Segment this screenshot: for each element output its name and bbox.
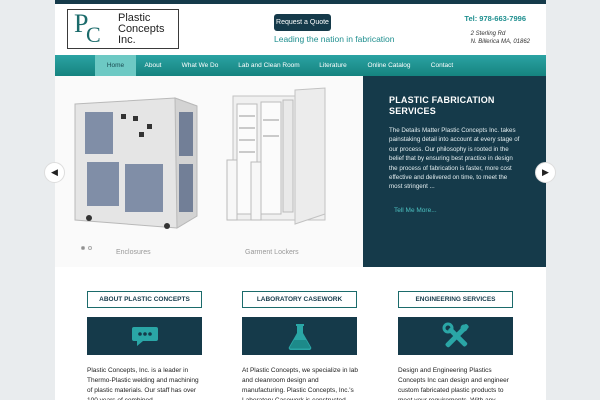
tell-me-more-link[interactable]: Tell Me More... xyxy=(394,207,520,214)
nav-item-home[interactable]: Home xyxy=(95,55,136,76)
slider-dots xyxy=(81,246,92,250)
nav-item-about[interactable]: About xyxy=(136,55,170,76)
chevron-left-icon: ◀ xyxy=(51,167,58,177)
hero-slider: Enclosures Garment Lockers PLASTIC FABRI… xyxy=(55,76,546,267)
logo-monogram-c: C xyxy=(86,22,101,47)
slide-title: PLASTIC FABRICATION SERVICES xyxy=(389,95,520,117)
nav-item-what-we-do[interactable]: What We Do xyxy=(173,55,227,76)
address: 2 Sterling Rd N. Billerica MA, 01862 xyxy=(471,30,530,46)
slide-title-line-1: PLASTIC FABRICATION xyxy=(389,95,495,105)
slide-text-panel: PLASTIC FABRICATION SERVICES The Details… xyxy=(363,76,546,267)
logo-name: Plastic Concepts Inc. xyxy=(118,13,164,46)
enclosure-product-image xyxy=(74,97,198,229)
service-icon-box[interactable] xyxy=(87,317,202,355)
services-section: ABOUT PLASTIC CONCEPTS Plastic Concepts,… xyxy=(55,267,546,400)
phone-number[interactable]: Tel: 978-663-7996 xyxy=(464,14,526,23)
service-icon-box[interactable] xyxy=(398,317,513,355)
laboratory-text: At Plastic Concepts, we specialize in la… xyxy=(242,367,358,400)
nav-item-lab-and-clean-room[interactable]: Lab and Clean Room xyxy=(231,55,307,76)
slide-image: Enclosures Garment Lockers xyxy=(55,76,363,267)
company-logo[interactable]: P C Plastic Concepts Inc. xyxy=(67,9,179,49)
tools-icon xyxy=(442,322,469,348)
slide-title-line-2: SERVICES xyxy=(389,106,436,116)
engineering-text: Design and Engineering Plastics Concepts… xyxy=(398,367,509,400)
address-line-1: 2 Sterling Rd xyxy=(470,31,506,37)
page: P C Plastic Concepts Inc. Request a Quot… xyxy=(55,0,546,400)
service-icon-box[interactable] xyxy=(242,317,357,355)
slider-prev-button[interactable]: ◀ xyxy=(44,162,65,183)
service-column-laboratory: LABORATORY CASEWORK At Plastic Concepts,… xyxy=(242,267,382,400)
garment-lockers-product-image xyxy=(226,87,326,225)
about-plastic-concepts-heading[interactable]: ABOUT PLASTIC CONCEPTS xyxy=(87,291,202,308)
nav-item-literature[interactable]: Literature xyxy=(311,55,355,76)
request-quote-button[interactable]: Request a Quote xyxy=(274,14,331,31)
logo-line-3: Inc. xyxy=(118,34,136,46)
service-column-engineering: ENGINEERING SERVICES Design and Engineer… xyxy=(398,267,538,400)
main-nav: Home About What We Do Lab and Clean Room… xyxy=(55,55,546,76)
engineering-services-heading[interactable]: ENGINEERING SERVICES xyxy=(398,291,513,308)
address-line-2: N. Billerica MA, 01862 xyxy=(470,39,530,45)
chevron-right-icon: ▶ xyxy=(542,167,549,177)
slider-dot[interactable] xyxy=(81,246,85,250)
nav-item-online-catalog[interactable]: Online Catalog xyxy=(360,55,418,76)
service-column-about: ABOUT PLASTIC CONCEPTS Plastic Concepts,… xyxy=(87,267,227,400)
product-illustration xyxy=(74,87,326,229)
nav-item-contact[interactable]: Contact xyxy=(424,55,460,76)
site-header: P C Plastic Concepts Inc. Request a Quot… xyxy=(55,4,546,55)
slide-body: The Details Matter Plastic Concepts Inc.… xyxy=(389,127,520,191)
product-label-garment-lockers: Garment Lockers xyxy=(245,249,299,256)
tagline: Leading the nation in fabrication xyxy=(274,34,395,44)
slider-dot[interactable] xyxy=(88,246,92,250)
laboratory-casework-heading[interactable]: LABORATORY CASEWORK xyxy=(242,291,357,308)
about-text: Plastic Concepts, Inc. is a leader in Th… xyxy=(87,367,199,400)
chat-bubble-icon xyxy=(131,327,158,346)
product-label-enclosures: Enclosures xyxy=(116,249,151,256)
slider-next-button[interactable]: ▶ xyxy=(535,162,556,183)
flask-icon xyxy=(288,324,311,350)
